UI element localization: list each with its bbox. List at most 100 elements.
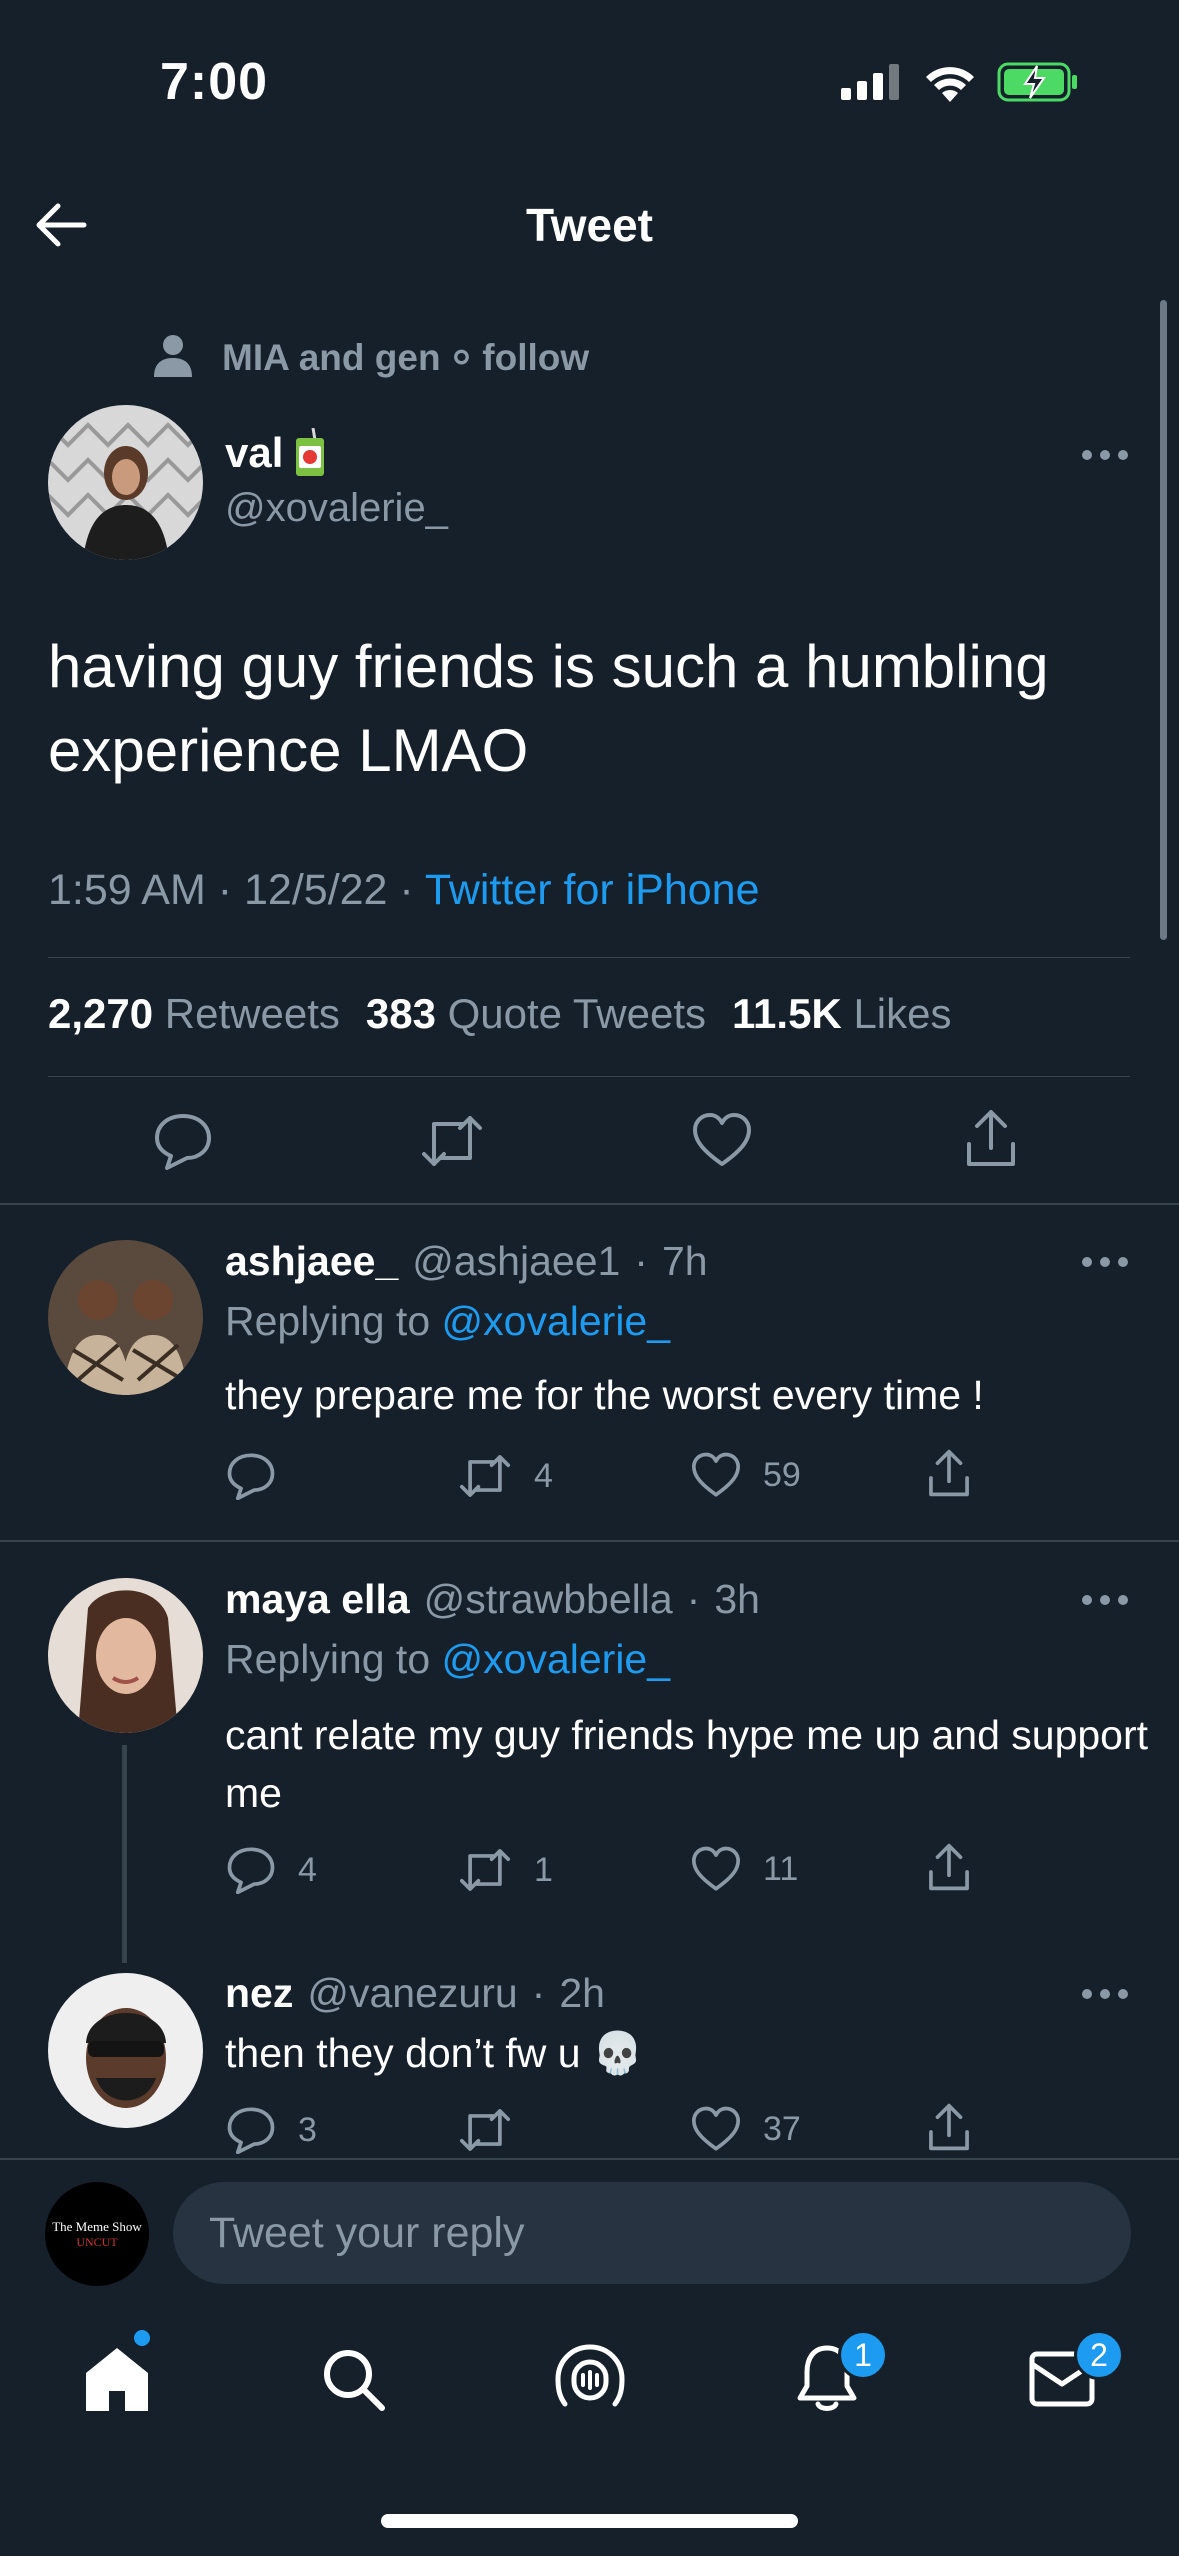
reply-input[interactable]: Tweet your reply (173, 2182, 1131, 2284)
retweet-icon (422, 1116, 482, 1166)
author-name[interactable]: val (225, 428, 327, 478)
reply-button[interactable]: 4 (226, 1846, 317, 1894)
heart-icon (691, 1846, 741, 1891)
more-options-icon[interactable] (1082, 1987, 1128, 2001)
tweet-date: 12/5/22 (244, 866, 388, 914)
social-context-text: MIA and gen ⸰ follow (222, 337, 590, 378)
home-icon (86, 2348, 148, 2411)
tweet-text: having guy friends is such a humbling ex… (48, 633, 1049, 784)
reply-header: ashjaee_ @ashjaee1 · 7h (225, 1238, 708, 1285)
reply-text: they prepare me for the worst every time… (225, 1372, 984, 1418)
reply-header: nez @vanezuru · 2h (225, 1970, 605, 2017)
status-time: 7:00 (160, 53, 269, 111)
share-button[interactable] (926, 1842, 972, 1892)
reply-icon (227, 1453, 275, 1500)
like-button[interactable]: 59 (691, 1452, 801, 1498)
share-button[interactable] (963, 1108, 1019, 1168)
tab-spaces[interactable] (545, 2334, 635, 2424)
share-icon (929, 1843, 969, 1891)
reply-avatar[interactable] (48, 1973, 203, 2128)
cellular-signal-icon (841, 64, 899, 100)
retweet-button[interactable]: 1 (458, 1846, 553, 1894)
reply-author-handle[interactable]: @ashjaee1 (412, 1238, 620, 1285)
share-button[interactable] (926, 1448, 972, 1498)
wifi-icon (926, 67, 974, 102)
retweet-button[interactable] (420, 1112, 484, 1170)
reply-author-name[interactable]: nez (225, 1970, 293, 2017)
reply-time: 3h (714, 1576, 760, 1622)
divider (48, 957, 1130, 958)
reply-author-name[interactable]: ashjaee_ (225, 1238, 398, 1285)
retweet-button[interactable] (458, 2106, 534, 2154)
notifications-badge: 1 (838, 2330, 888, 2380)
tab-search[interactable] (308, 2334, 398, 2424)
replying-to: Replying to @xovalerie_ (225, 1298, 671, 1344)
status-icons (841, 62, 1079, 102)
reply-text: then they don’t fw u 💀 (225, 2030, 644, 2076)
share-icon (929, 2103, 969, 2151)
tweet-meta: 1:59 AM · 12/5/22 · Twitter for iPhone (48, 866, 760, 915)
juice-box-icon (296, 428, 325, 476)
reply-time: 2h (559, 1970, 605, 2016)
like-button[interactable]: 11 (691, 1846, 798, 1892)
reply-icon (227, 1847, 275, 1894)
more-options-icon[interactable] (1082, 1255, 1128, 1269)
reply-author-handle[interactable]: @vanezuru (307, 1970, 517, 2017)
person-icon (154, 334, 192, 377)
tweet-time: 1:59 AM (48, 866, 206, 914)
battery-charging-icon (997, 62, 1077, 102)
scrollbar[interactable] (1160, 300, 1167, 940)
divider (0, 1540, 1179, 1542)
tab-home[interactable] (72, 2334, 162, 2424)
replying-to-link[interactable]: @xovalerie_ (442, 1298, 671, 1344)
more-options-icon[interactable] (1082, 1593, 1128, 1607)
tweet-stats: 2,270 Retweets 383 Quote Tweets 11.5K Li… (48, 990, 952, 1038)
like-button[interactable] (692, 1112, 752, 1168)
reply-icon (227, 2107, 275, 2154)
thread-line (122, 1745, 127, 1963)
share-icon (967, 1110, 1015, 1166)
heart-icon (691, 2106, 741, 2151)
reply-button[interactable]: 3 (226, 2106, 317, 2154)
likes-stat[interactable]: 11.5K Likes (732, 990, 952, 1038)
retweet-icon (459, 1455, 511, 1497)
replying-to-link[interactable]: @xovalerie_ (442, 1636, 671, 1682)
author-photo (48, 405, 203, 560)
author-handle[interactable]: @xovalerie_ (225, 486, 448, 531)
retweet-button[interactable]: 4 (458, 1452, 553, 1500)
author-avatar[interactable] (48, 405, 203, 560)
divider (0, 1203, 1179, 1205)
reply-icon (155, 1114, 211, 1170)
reply-author-handle[interactable]: @strawbbella (424, 1576, 673, 1623)
reply-button[interactable] (226, 1452, 298, 1500)
social-context[interactable]: MIA and gen ⸰ follow (150, 330, 589, 381)
current-user-avatar[interactable]: The Meme Show UNCUT (45, 2182, 149, 2286)
reply-header: maya ella @strawbbella · 3h (225, 1576, 760, 1623)
home-indicator[interactable] (381, 2514, 798, 2528)
like-button[interactable]: 37 (691, 2106, 801, 2152)
retweet-icon (459, 2109, 511, 2151)
separator-dot: · (399, 866, 414, 914)
reply-avatar[interactable] (48, 1240, 203, 1395)
divider (48, 1076, 1130, 1077)
retweet-icon (459, 1849, 511, 1891)
more-options-icon[interactable] (1082, 448, 1128, 462)
reply-text: cant relate my guy friends hype me up an… (225, 1712, 1149, 1816)
heart-icon (693, 1113, 751, 1166)
home-unread-dot (134, 2330, 150, 2346)
share-icon (929, 1449, 969, 1497)
spaces-icon (555, 2344, 625, 2407)
messages-badge: 2 (1074, 2330, 1124, 2380)
reply-avatar[interactable] (48, 1578, 203, 1733)
page-title: Tweet (526, 199, 653, 251)
share-button[interactable] (926, 2102, 972, 2152)
heart-icon (691, 1452, 741, 1497)
quotes-stat[interactable]: 383 Quote Tweets (366, 990, 706, 1038)
retweets-stat[interactable]: 2,270 Retweets (48, 990, 340, 1038)
search-icon (324, 2350, 385, 2411)
reply-time: 7h (661, 1238, 708, 1284)
reply-button[interactable] (153, 1112, 213, 1170)
replying-to: Replying to @xovalerie_ (225, 1636, 671, 1682)
tweet-source-link[interactable]: Twitter for iPhone (425, 866, 760, 914)
reply-author-name[interactable]: maya ella (225, 1576, 410, 1623)
